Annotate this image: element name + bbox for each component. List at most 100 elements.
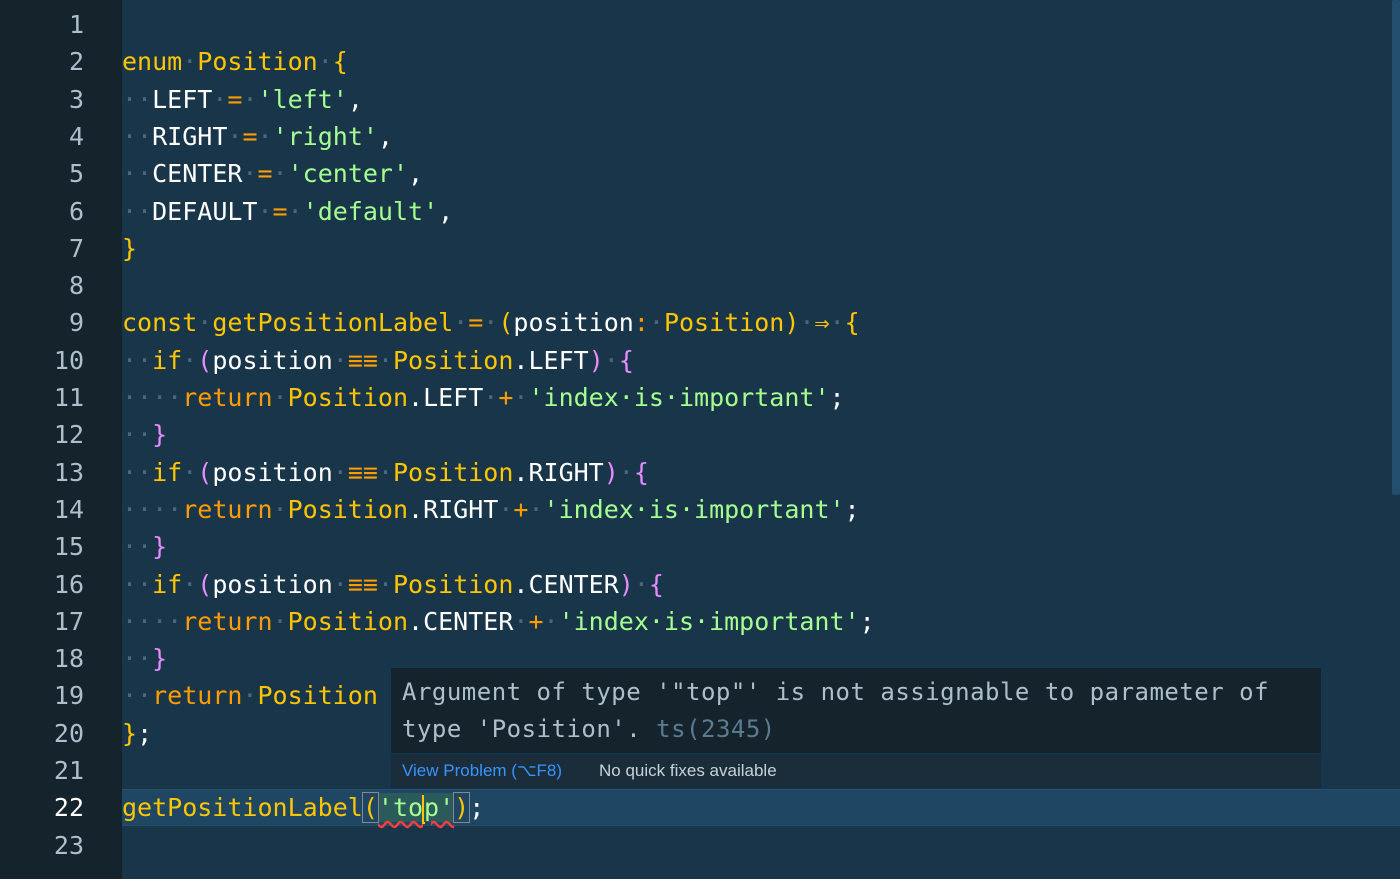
code-token: ·	[182, 569, 198, 599]
error-hover-tooltip: Argument of type '"top"' is not assignab…	[390, 667, 1322, 788]
code-token: ··	[122, 532, 153, 562]
code-line[interactable]: }	[122, 230, 137, 267]
code-token: )	[618, 569, 634, 599]
code-line[interactable]: ··}	[122, 416, 167, 453]
code-line[interactable]: ··}	[122, 528, 167, 565]
code-token: )	[784, 308, 800, 338]
code-line[interactable]: };	[122, 715, 152, 752]
code-token: =	[227, 84, 243, 114]
code-token: ··	[122, 420, 153, 450]
no-quick-fixes-label: No quick fixes available	[599, 761, 777, 780]
code-token: Position	[287, 606, 409, 636]
code-token: .CENTER	[408, 606, 514, 636]
line-number: 11	[53, 383, 84, 412]
code-token: ····	[122, 606, 183, 636]
code-token: .RIGHT	[408, 494, 499, 524]
code-line[interactable]: getPositionLabel('top');	[122, 789, 484, 826]
code-token: ≡≡	[347, 457, 378, 487]
code-line[interactable]: ··if·(position·≡≡·Position.LEFT)·{	[122, 342, 634, 379]
code-line[interactable]: ····return·Position.CENTER·+·'index·is·i…	[122, 603, 875, 640]
code-token: (	[197, 457, 213, 487]
code-token: .LEFT	[513, 345, 589, 375]
code-line[interactable]: ··if·(position·≡≡·Position.RIGHT)·{	[122, 454, 649, 491]
code-token: =	[272, 196, 288, 226]
code-token: ·	[197, 308, 213, 338]
code-token: ·	[498, 494, 514, 524]
code-token: return	[152, 681, 243, 711]
code-token: return	[182, 494, 273, 524]
error-token: 'to	[377, 793, 424, 823]
code-token: +	[498, 383, 514, 412]
code-token: ·	[513, 383, 529, 412]
code-token: :	[633, 308, 649, 338]
code-line[interactable]: ··RIGHT·=·'right',	[122, 118, 393, 155]
code-token: position	[212, 569, 333, 599]
code-line[interactable]: ··DEFAULT·=·'default',	[122, 193, 453, 230]
line-number: 15	[53, 532, 84, 562]
code-token: ··	[122, 84, 153, 114]
code-token: ··	[122, 159, 153, 189]
code-token: const	[122, 308, 198, 338]
code-line[interactable]: enum·Position·{	[122, 43, 348, 80]
code-token: 'index·is·important'	[543, 494, 845, 524]
code-token: ·	[317, 47, 333, 77]
line-number: 14	[53, 494, 84, 524]
code-token: ·	[332, 569, 348, 599]
code-token: }	[152, 532, 168, 562]
code-editor[interactable]: 1 2 3 4 5 6 7 8 9 10 11 12 13 14 15 16 17 18 19 20 21 22 23 en…	[0, 0, 1400, 879]
code-token: ·	[799, 308, 815, 338]
code-token: =	[242, 121, 258, 151]
line-number: 22	[53, 793, 84, 823]
code-token: Position	[287, 494, 409, 524]
code-token: ;	[844, 494, 860, 524]
code-line[interactable]: ··if·(position·≡≡·Position.CENTER)·{	[122, 566, 664, 603]
code-line[interactable]: ····return·Position.RIGHT·+·'index·is·im…	[122, 491, 860, 528]
code-token: 'center'	[287, 159, 409, 189]
code-token: ;	[137, 718, 153, 748]
line-number: 6	[68, 196, 84, 226]
code-token: RIGHT	[152, 121, 228, 151]
code-token: ·	[212, 84, 228, 114]
code-token: ;	[859, 606, 875, 636]
code-token: ·	[182, 345, 198, 375]
code-token: +	[513, 494, 529, 524]
code-token: enum	[122, 47, 183, 77]
view-problem-link[interactable]: View Problem (⌥F8)	[402, 754, 562, 788]
code-token: Position	[393, 569, 514, 599]
code-line[interactable]: ··CENTER·=·'center',	[122, 155, 423, 192]
code-token: .LEFT	[408, 383, 484, 412]
code-token: ··	[122, 644, 153, 674]
code-token: {	[648, 569, 664, 599]
line-number: 10	[53, 345, 84, 375]
code-token: )	[588, 345, 604, 375]
code-line[interactable]: ··LEFT·=·'left',	[122, 81, 363, 118]
code-token: ····	[122, 494, 183, 524]
code-token: getPositionLabel	[212, 308, 454, 338]
code-token: ····	[122, 383, 183, 412]
code-token: ·	[182, 47, 198, 77]
code-line[interactable]: ··}	[122, 640, 167, 677]
line-number: 13	[53, 457, 84, 487]
code-token: ·	[528, 494, 544, 524]
code-token: DEFAULT	[152, 196, 258, 226]
line-number: 16	[53, 569, 84, 599]
code-token: Position	[257, 681, 378, 711]
code-token: ≡≡	[347, 569, 378, 599]
code-token: ··	[122, 196, 153, 226]
vertical-scrollbar[interactable]	[1392, 0, 1400, 495]
code-token: Position	[287, 383, 409, 412]
line-number: 12	[53, 420, 84, 450]
code-token: ≡≡	[347, 345, 378, 375]
line-number: 23	[53, 830, 84, 860]
code-token: ·	[227, 121, 243, 151]
code-token: 'default'	[302, 196, 439, 226]
code-line[interactable]: ····return·Position.LEFT·+·'index·is·imp…	[122, 379, 845, 416]
code-line[interactable]: ··return·Position	[122, 677, 378, 714]
code-line[interactable]: const·getPositionLabel·=·(position:·Posi…	[122, 304, 860, 341]
code-token: +	[528, 606, 544, 636]
code-token: ·	[829, 308, 845, 338]
code-token: (	[197, 345, 213, 375]
line-number: 1	[68, 10, 84, 39]
error-message-text: Argument of type '"top"' is not assignab…	[402, 678, 1270, 743]
code-token: 'right'	[272, 121, 378, 151]
